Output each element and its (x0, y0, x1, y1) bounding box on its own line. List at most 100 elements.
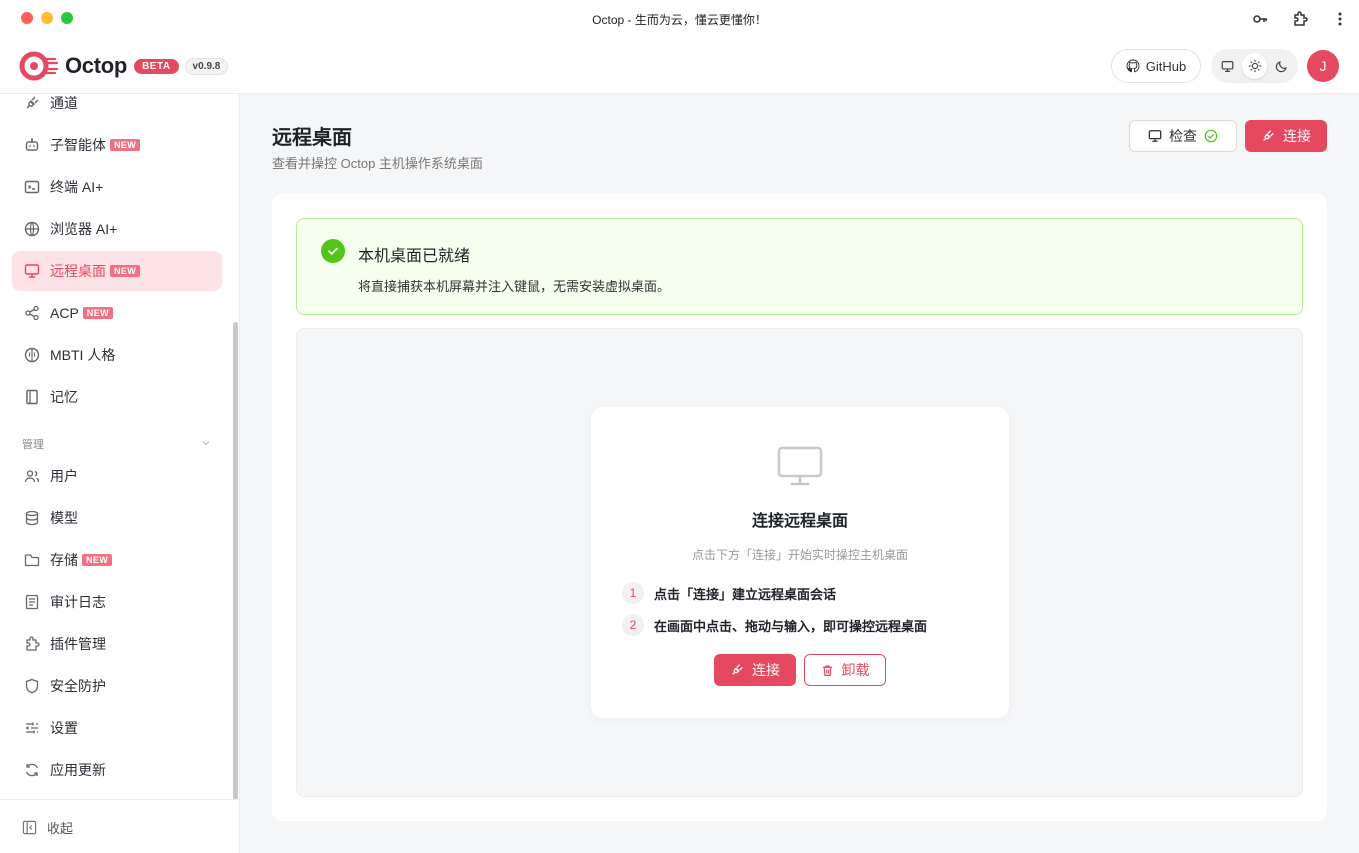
connect-label: 连接 (1283, 128, 1311, 144)
github-label: GitHub (1145, 58, 1187, 74)
more-vertical-icon[interactable] (1330, 9, 1350, 29)
sun-icon (1248, 59, 1261, 73)
terminal-icon (23, 179, 40, 196)
log-icon (23, 594, 40, 611)
beta-badge: BETA (134, 58, 179, 74)
step-item: 2 在画面中点击、拖动与输入，即可操控远程桌面 (622, 614, 927, 636)
monitor-icon (777, 446, 823, 486)
alert-description: 将直接捕获本机屏幕并注入键鼠，无需安装虚拟桌面。 (358, 279, 671, 294)
sidebar-item-app-update[interactable]: 应用更新 (12, 750, 222, 790)
sidebar-item-label: ACP (50, 305, 79, 321)
user-avatar[interactable]: J (1307, 50, 1339, 82)
sidebar-item-label: 通道 (50, 95, 78, 111)
sidebar-item-browser[interactable]: 浏览器 AI+ (12, 209, 222, 249)
section-label-manage: 管理 (22, 439, 44, 451)
sidebar-item-label: 设置 (50, 720, 78, 736)
connect-button[interactable]: 连接 (714, 654, 796, 686)
sidebar-item-label: 终端 AI+ (50, 179, 104, 195)
plug-icon (23, 95, 40, 112)
step-item: 1 点击「连接」建立远程桌面会话 (622, 582, 836, 604)
check-button[interactable]: 检查 (1129, 120, 1237, 152)
chevron-down-icon[interactable] (201, 438, 211, 448)
folder-icon (23, 552, 40, 569)
sidebar-item-memory[interactable]: 记忆 (12, 377, 222, 417)
step-text: 点击「连接」建立远程桌面会话 (654, 586, 837, 602)
database-icon (23, 510, 40, 527)
sidebar-item-label: 浏览器 AI+ (50, 221, 118, 237)
sidebar-item-remote-desktop[interactable]: 远程桌面 NEW (12, 251, 222, 291)
check-label: 检查 (1169, 128, 1197, 144)
collapse-label: 收起 (47, 821, 74, 836)
monitor-icon (1221, 60, 1234, 72)
sidebar-item-label: 存储 (50, 552, 78, 568)
sidebar-item-label: MBTI 人格 (50, 347, 116, 363)
sidebar-item-label: 插件管理 (50, 636, 106, 652)
octop-logo-icon (19, 51, 59, 81)
sidebar: 通道 子智能体 NEW 终端 AI+ 浏览器 AI+ 远程桌面 NEW ACP … (0, 94, 240, 853)
new-badge: NEW (110, 139, 141, 151)
connect-label: 连接 (752, 662, 780, 678)
uninstall-button[interactable]: 卸载 (804, 654, 886, 686)
connect-button-header[interactable]: 连接 (1245, 120, 1327, 152)
github-button[interactable]: GitHub (1111, 49, 1201, 83)
success-alert: 本机桌面已就绪 将直接捕获本机屏幕并注入键鼠，无需安装虚拟桌面。 (296, 218, 1303, 315)
sidebar-scrollbar[interactable] (233, 322, 238, 800)
trash-icon (822, 664, 832, 676)
sidebar-item-channel[interactable]: 通道 (12, 83, 222, 123)
collapse-icon (22, 820, 37, 835)
bot-icon (23, 137, 40, 154)
sliders-icon (23, 720, 40, 737)
desktop-stage[interactable]: 连接远程桌面 点击下方「连接」开始实时操控主机桌面 1 点击「连接」建立远程桌面… (296, 328, 1303, 797)
plug-icon (732, 664, 743, 675)
monitor-icon (23, 263, 40, 280)
sidebar-item-audit-log[interactable]: 审计日志 (12, 582, 222, 622)
shield-icon (23, 678, 40, 695)
logo-text: Octop (65, 53, 128, 78)
remote-desktop-card: 本机桌面已就绪 将直接捕获本机屏幕并注入键鼠，无需安装虚拟桌面。 连接远程桌面 … (272, 194, 1327, 821)
key-icon[interactable] (1250, 9, 1270, 29)
sidebar-item-settings[interactable]: 设置 (12, 708, 222, 748)
sidebar-item-label: 远程桌面 (50, 263, 106, 279)
share-icon (23, 305, 40, 322)
theme-system-option[interactable] (1215, 53, 1240, 79)
sidebar-item-plugins[interactable]: 插件管理 (12, 624, 222, 664)
sidebar-item-mbti[interactable]: MBTI 人格 (12, 335, 222, 375)
sidebar-item-label: 审计日志 (50, 594, 106, 610)
globe-icon (23, 221, 40, 238)
sidebar-item-terminal[interactable]: 终端 AI+ (12, 167, 222, 207)
check-circle-icon (1204, 129, 1218, 143)
version-badge: v0.9.8 (184, 57, 229, 75)
new-badge: NEW (82, 554, 113, 566)
sidebar-item-security[interactable]: 安全防护 (12, 666, 222, 706)
theme-light-option[interactable] (1242, 53, 1267, 79)
alert-title: 本机桌面已就绪 (358, 248, 471, 265)
step-text: 在画面中点击、拖动与输入，即可操控远程桌面 (654, 618, 928, 634)
sidebar-item-label: 模型 (50, 510, 78, 526)
uninstall-label: 卸载 (841, 662, 870, 678)
window-titlebar: Octop - 生而为云，懂云更懂你！ (0, 0, 1359, 38)
sidebar-item-label: 应用更新 (50, 762, 106, 778)
notebook-icon (23, 389, 40, 406)
refresh-icon (23, 762, 40, 779)
panel-subtitle: 点击下方「连接」开始实时操控主机桌面 (691, 548, 908, 562)
sidebar-item-acp[interactable]: ACP NEW (12, 293, 222, 333)
panel-title: 连接远程桌面 (751, 513, 848, 530)
users-icon (23, 468, 40, 485)
extension-icon[interactable] (1290, 9, 1310, 29)
plug-icon (1263, 130, 1274, 141)
collapse-sidebar-button[interactable]: 收起 (22, 818, 73, 837)
check-circle-icon (321, 239, 345, 263)
app-logo[interactable]: Octop BETA v0.9.8 (19, 50, 229, 82)
brain-icon (23, 347, 40, 364)
step-number: 1 (622, 582, 644, 604)
main-content: 远程桌面 查看并操控 Octop 主机操作系统桌面 检查 连接 本机桌面已就绪 … (240, 94, 1359, 853)
sidebar-item-subagent[interactable]: 子智能体 NEW (12, 125, 222, 165)
sidebar-item-storage[interactable]: 存储 NEW (12, 540, 222, 580)
sidebar-item-label: 用户 (50, 468, 78, 484)
monitor-icon (1148, 130, 1162, 142)
sidebar-item-users[interactable]: 用户 (12, 456, 222, 496)
sidebar-item-models[interactable]: 模型 (12, 498, 222, 538)
theme-dark-option[interactable] (1269, 53, 1294, 79)
sidebar-item-label: 记忆 (50, 389, 78, 405)
page-subtitle: 查看并操控 Octop 主机操作系统桌面 (272, 156, 483, 171)
